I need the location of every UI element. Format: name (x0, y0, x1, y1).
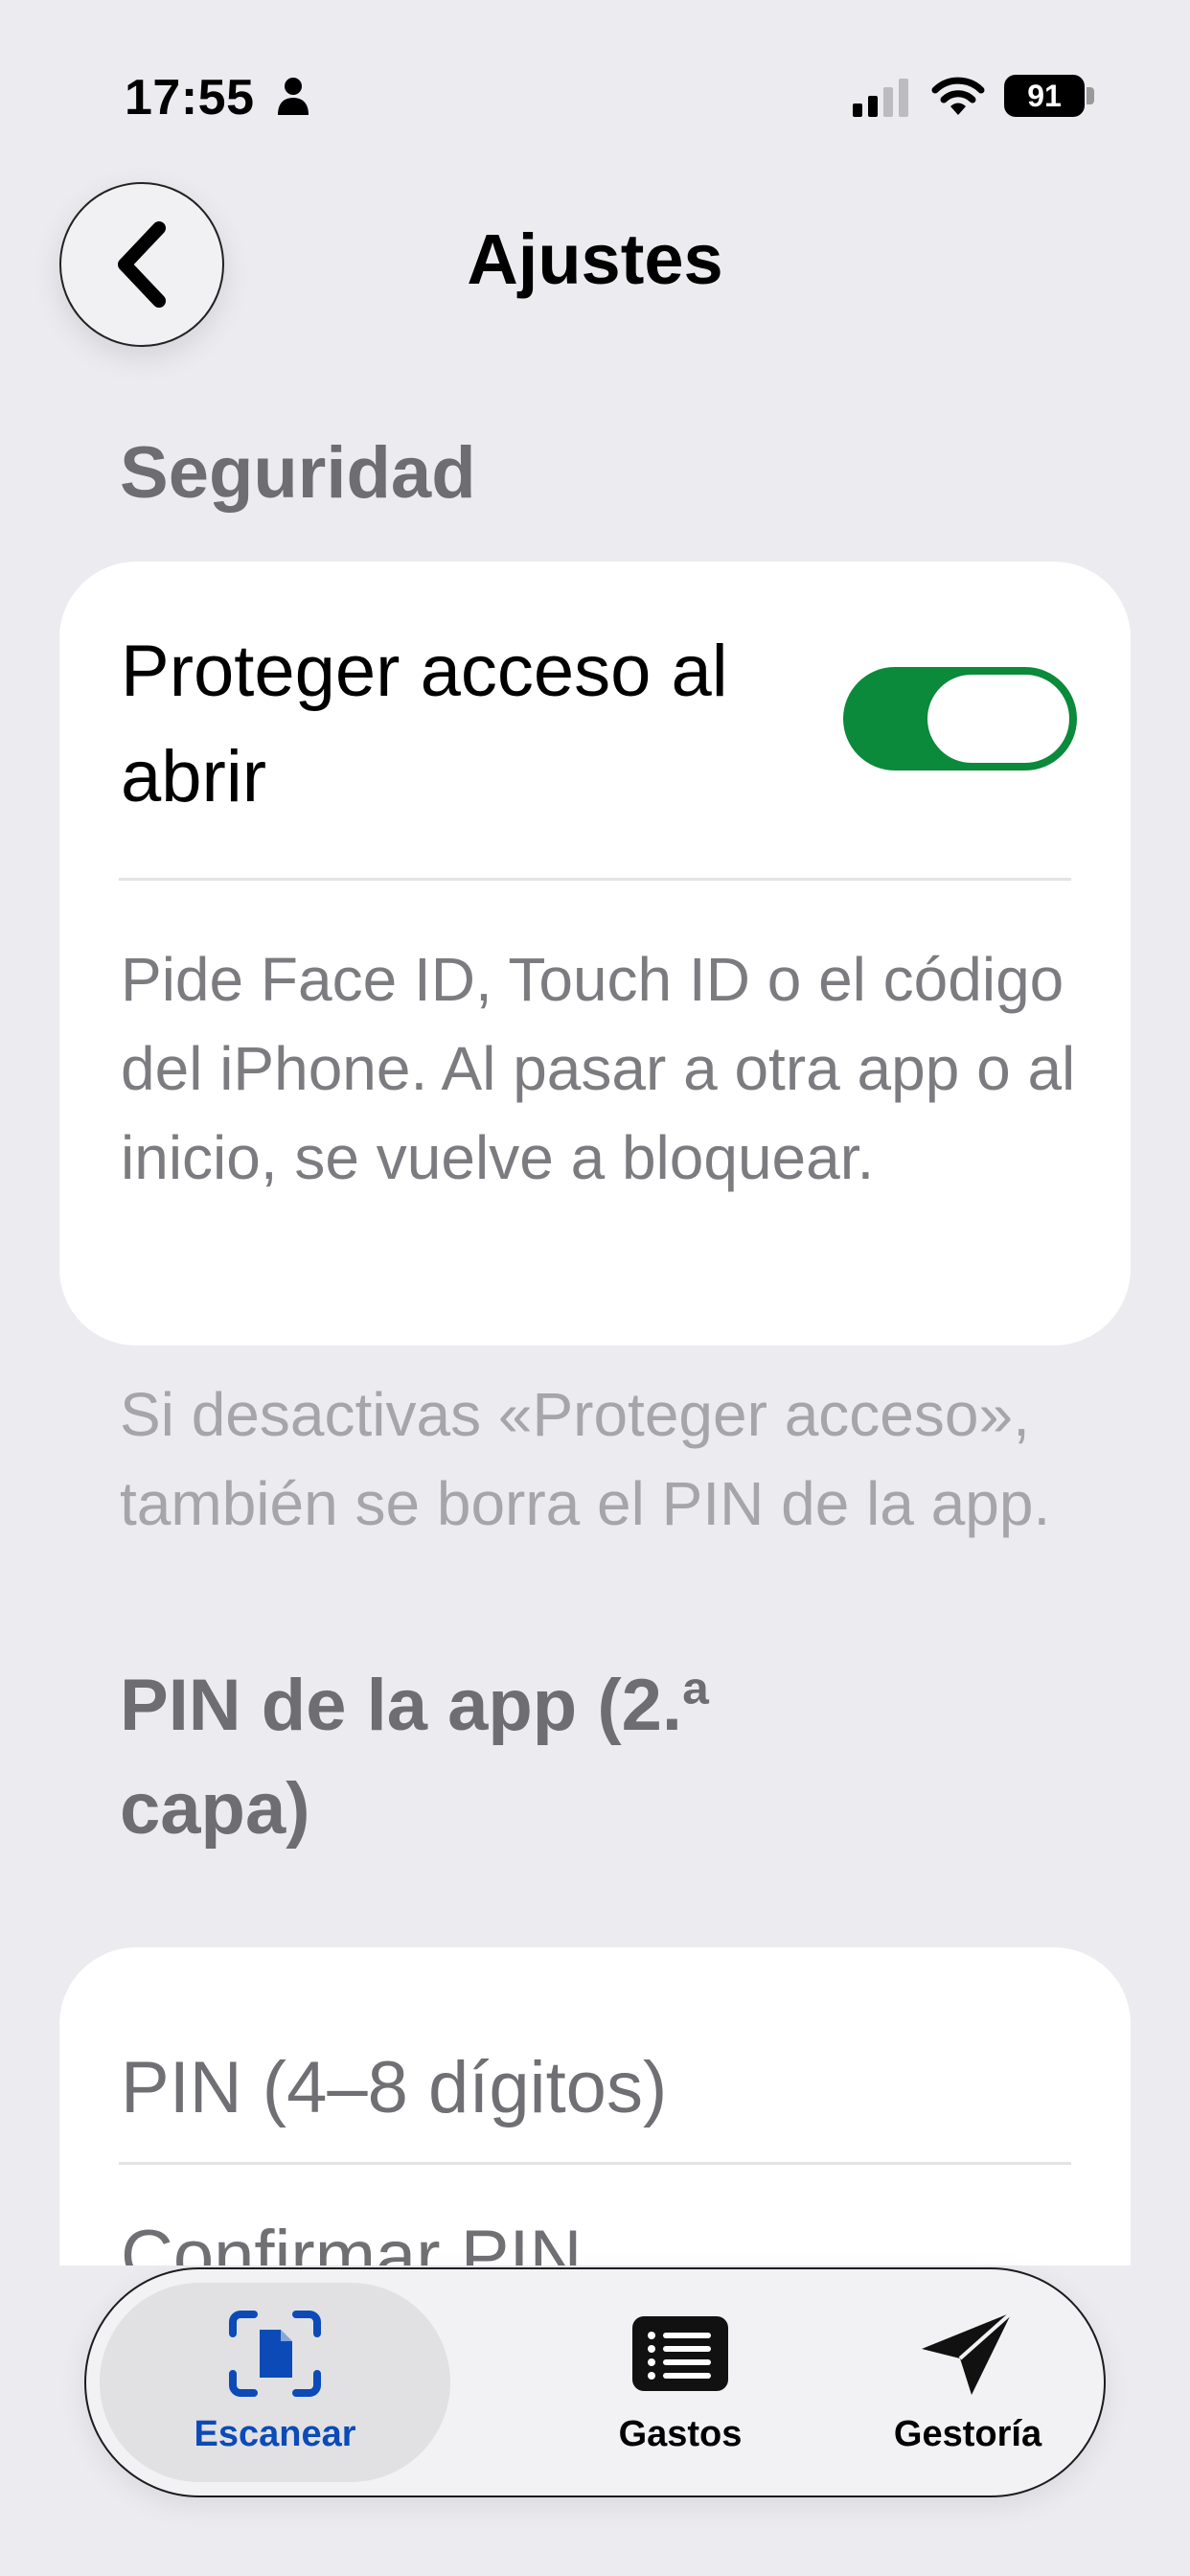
pin-input[interactable]: PIN (4–8 dígitos) (121, 2036, 667, 2141)
page-title: Ajustes (467, 219, 723, 299)
cellular-signal-icon (853, 79, 908, 117)
protect-access-card: Proteger acceso al abrir Pide Face ID, T… (59, 562, 1131, 1346)
tab-gestoria[interactable]: Gestoría (824, 2283, 1111, 2482)
status-bar: 17:55 91 (0, 0, 1190, 192)
list-icon (632, 2315, 728, 2391)
tab-gastos[interactable]: Gastos (508, 2283, 853, 2482)
pin-section-heading: PIN de la app (2.ª capa) (120, 1665, 710, 1850)
divider (119, 878, 1071, 881)
tab-escanear[interactable]: Escanear (100, 2283, 450, 2482)
battery-level: 91 (1027, 79, 1062, 113)
settings-screen: 17:55 91 Ajustes Seguridad Proteger acce (0, 0, 1190, 2576)
tab-gestoria-label: Gestoría (893, 2413, 1042, 2454)
tab-bar: Escanear Gastos Gestoría (84, 2267, 1106, 2497)
toggle-knob (927, 675, 1069, 763)
battery-cap (1087, 87, 1094, 104)
divider (119, 2162, 1071, 2165)
paper-plane-icon (922, 2311, 1014, 2395)
tab-escanear-label: Escanear (194, 2413, 356, 2454)
protect-access-description: Pide Face ID, Touch ID o el código del i… (121, 945, 1076, 1192)
scan-document-icon (229, 2310, 321, 2397)
wifi-icon (931, 77, 985, 115)
security-section-heading: Seguridad (120, 432, 476, 514)
status-time: 17:55 (125, 70, 255, 126)
tab-gastos-label: Gastos (618, 2413, 743, 2454)
protect-access-label: Proteger acceso al abrir (121, 631, 728, 817)
person-icon (278, 78, 309, 115)
protect-access-footnote: Si desactivas «Proteger acceso», también… (120, 1380, 1051, 1538)
protect-access-toggle[interactable] (843, 667, 1077, 770)
battery-indicator: 91 (1004, 75, 1085, 117)
